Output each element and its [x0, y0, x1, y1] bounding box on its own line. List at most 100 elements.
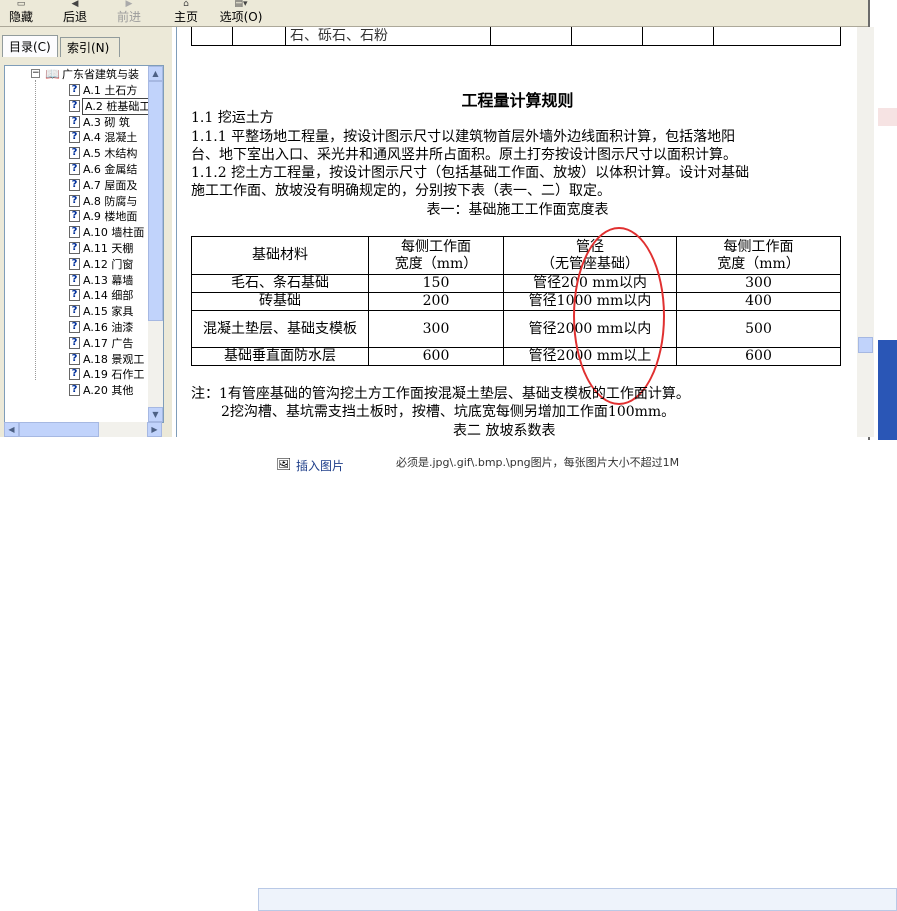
- tree-item-name: 木结构: [104, 147, 138, 161]
- help-page-icon: ?: [69, 226, 80, 239]
- tree-item-label: A.1 土石方: [83, 83, 137, 98]
- tree-item[interactable]: ? A.10 墙柱面: [5, 225, 148, 240]
- tree-item[interactable]: ? A.12 门窗: [5, 257, 148, 272]
- h-scroll-thumb[interactable]: [19, 422, 99, 437]
- tree-horizontal-scrollbar[interactable]: ◀ ▶: [4, 422, 162, 437]
- tree-item-name: 石作工: [111, 368, 145, 382]
- tree-item[interactable]: ? A.7 屋面及: [5, 178, 148, 193]
- previous-table-fragment: 石、砾石、石粉: [191, 27, 841, 46]
- image-icon: 🖼: [276, 457, 292, 471]
- help-page-icon: ?: [69, 99, 80, 112]
- collapse-icon[interactable]: −: [31, 69, 40, 78]
- toolbar: ▭ 隐藏 ◀ 后退 ▶ 前进 ⌂ 主页 ▤▾ 选项(O): [0, 0, 868, 27]
- table-row: 基础垂直面防水层 600 管径2000 mm以上 600: [191, 347, 841, 366]
- tab-contents[interactable]: 目录(C): [2, 35, 58, 57]
- tree-item-name: 其他: [111, 384, 134, 398]
- tree-item[interactable]: ? A.17 广告: [5, 336, 148, 351]
- tree-item[interactable]: ? A.18 景观工: [5, 352, 148, 367]
- tree-item[interactable]: ? A.15 家具: [5, 304, 148, 319]
- help-page-icon: ?: [69, 289, 80, 302]
- help-page-icon: ?: [69, 178, 80, 191]
- help-page-icon: ?: [69, 257, 80, 270]
- tree-vertical-scrollbar[interactable]: ▲ ▼: [148, 66, 163, 422]
- tree-item-label: A.19 石作工: [83, 367, 144, 382]
- tree-item-code: A.14: [83, 289, 108, 303]
- tree-item[interactable]: ? A.6 金属结: [5, 162, 148, 177]
- tree-item-code: A.7: [83, 178, 101, 192]
- tree-item[interactable]: ? A.11 天棚: [5, 241, 148, 256]
- tree-item-name: 细部: [111, 289, 134, 303]
- scroll-right-icon[interactable]: ▶: [147, 422, 162, 437]
- tree-item[interactable]: ?A.2 桩基础工程: [5, 97, 148, 115]
- tree-item[interactable]: ? A.1 土石方: [5, 83, 148, 98]
- tree-item-label: A.9 楼地面: [83, 209, 137, 224]
- tree-item-code: A.3: [83, 115, 101, 129]
- tree-item-label: A.4 混凝土: [83, 130, 137, 145]
- tree-item-code: A.5: [83, 147, 101, 161]
- tree-item-label: A.16 油漆: [83, 320, 133, 335]
- header-pipe-diameter: 管径 （无管座基础）: [503, 236, 677, 275]
- tree-item-label: A.20 其他: [83, 383, 133, 398]
- tree-item-label: A.8 防腐与: [83, 194, 137, 209]
- tree-item-code: A.1: [83, 84, 101, 97]
- help-page-icon: ?: [69, 336, 80, 349]
- tree-item-label: A.17 广告: [83, 336, 133, 351]
- scroll-down-icon[interactable]: ▼: [148, 407, 163, 422]
- tree-item-code: A.10: [83, 226, 108, 240]
- tree-item-name: 景观工: [111, 352, 145, 366]
- forward-button[interactable]: ▶ 前进: [114, 0, 144, 26]
- doc-scroll-thumb[interactable]: [858, 337, 873, 353]
- scroll-up-icon[interactable]: ▲: [148, 66, 163, 81]
- help-page-icon: ?: [69, 131, 80, 144]
- document-vertical-scrollbar[interactable]: [857, 27, 874, 437]
- options-button[interactable]: ▤▾ 选项(O): [218, 0, 264, 26]
- scroll-thumb[interactable]: [148, 81, 163, 321]
- tree-item-name: 油漆: [111, 321, 134, 334]
- tree-item-name: 桩基础工程: [106, 99, 148, 113]
- tree-item-name: 天棚: [111, 242, 134, 255]
- tree-item[interactable]: ? A.3 砌 筑: [5, 115, 148, 130]
- tree-item[interactable]: ? A.5 木结构: [5, 146, 148, 161]
- tree-item-name: 土石方: [104, 84, 138, 97]
- tree-item-code: A.11: [83, 242, 108, 255]
- tree-item[interactable]: ? A.14 细部: [5, 288, 148, 303]
- tree-item-label: A.13 幕墙: [83, 273, 133, 288]
- tree-item[interactable]: ? A.8 防腐与: [5, 194, 148, 209]
- background-red-highlight: [878, 108, 897, 126]
- tree-item[interactable]: ? A.13 幕墙: [5, 273, 148, 288]
- scroll-left-icon[interactable]: ◀: [4, 422, 19, 437]
- tree-item-label: A.3 砌 筑: [83, 115, 130, 130]
- tab-index[interactable]: 索引(N): [60, 37, 120, 57]
- tree-item-code: A.20: [83, 384, 108, 398]
- forward-icon: ▶: [125, 0, 133, 9]
- help-page-icon: ?: [69, 115, 80, 128]
- tree-item-code: A.15: [83, 305, 108, 319]
- navigation-pane: 目录(C) 索引(N) − 📖 广东省建筑与装 ? A.1 土石方? A.2 桩基础…: [0, 27, 172, 437]
- back-button[interactable]: ◀ 后退: [60, 0, 90, 26]
- tree-item[interactable]: ? A.19 石作工: [5, 367, 148, 382]
- insert-image-link[interactable]: 插入图片: [296, 457, 344, 474]
- note-line: 2挖沟槽、基坑需支挡土板时，按槽、坑底宽每侧另增加工作面100mm。: [221, 404, 676, 420]
- hide-icon: ▭: [16, 0, 26, 9]
- home-button[interactable]: ⌂ 主页: [171, 0, 201, 26]
- tree-item[interactable]: ? A.16 油漆: [5, 320, 148, 335]
- hide-button[interactable]: ▭ 隐藏: [6, 0, 36, 26]
- tree-item-code: A.19: [83, 368, 108, 382]
- tree-item[interactable]: ? A.4 混凝土: [5, 130, 148, 145]
- header-width-2: 每侧工作面 宽度（mm）: [676, 236, 841, 275]
- tree-item-code: A.17: [83, 336, 108, 350]
- contents-tree-frame: − 📖 广东省建筑与装 ?A.1 土石方?A.2 桩基础工程?A.3 砌 筑?A…: [4, 65, 164, 423]
- background-blue-block: [878, 340, 897, 440]
- document-pane: 石、砾石、石粉 工程量计算规则 1.1 挖运土方 1.1.1 平整场地工程量，按…: [176, 27, 858, 437]
- upload-hint: 必须是.jpg\.gif\.bmp.\png图片，每张图片大小不超过1M: [396, 456, 680, 469]
- tree-item-name: 砌 筑: [104, 115, 130, 129]
- tree-root[interactable]: − 📖 广东省建筑与装: [5, 67, 148, 82]
- tree-item-label: A.2 桩基础工程: [81, 97, 148, 115]
- tree-item-name: 门窗: [111, 257, 134, 271]
- page-title: 工程量计算规则: [461, 91, 574, 110]
- tree-item-code: A.4: [83, 131, 101, 145]
- tree-item[interactable]: ? A.9 楼地面: [5, 209, 148, 224]
- tree-item[interactable]: ? A.20 其他: [5, 383, 148, 398]
- back-icon: ◀: [71, 0, 79, 9]
- tree-item-label: A.10 墙柱面: [83, 225, 144, 240]
